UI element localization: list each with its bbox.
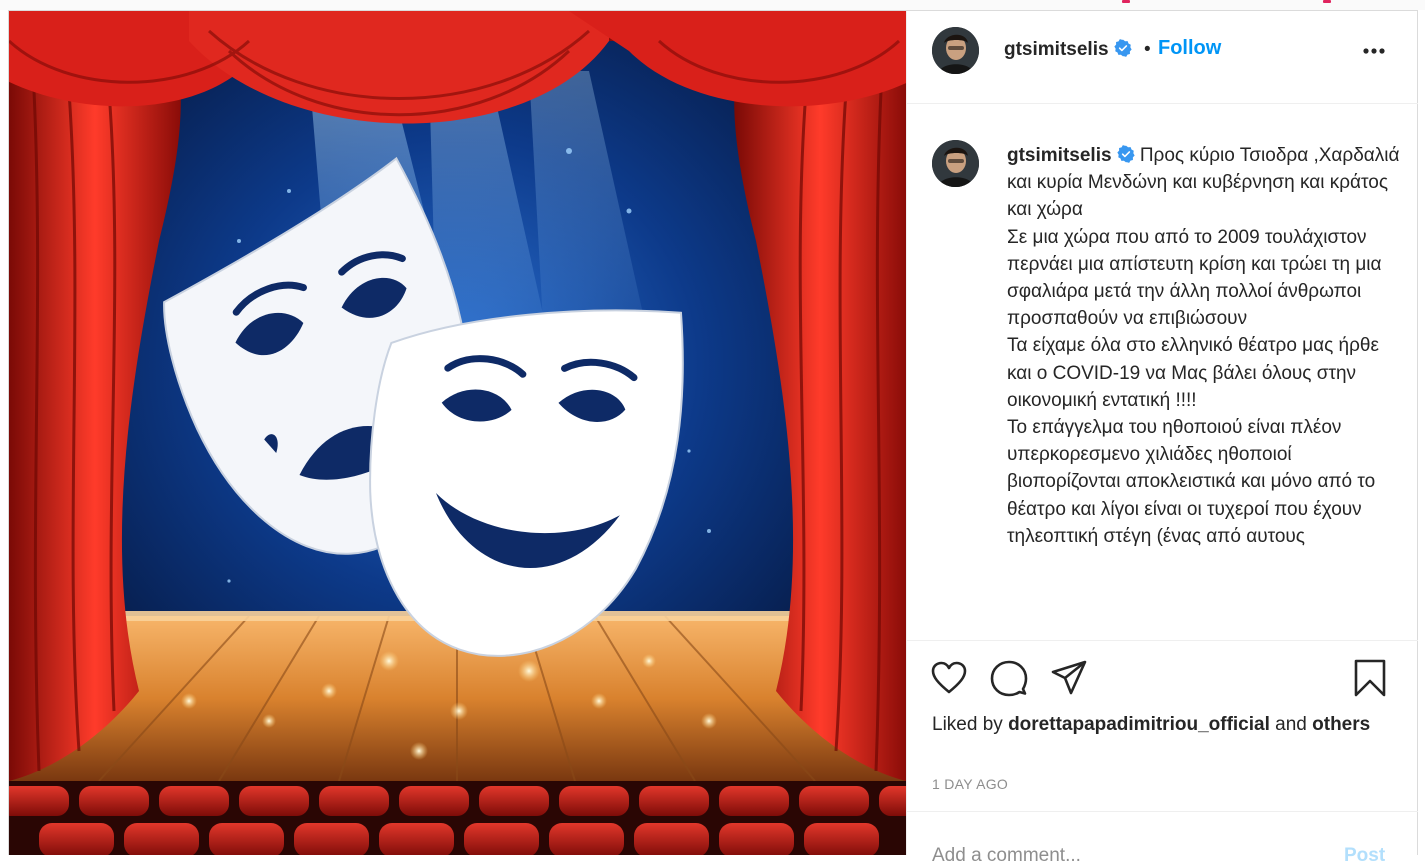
post-comment-button[interactable]: Post <box>1344 845 1385 867</box>
caption-username[interactable]: gtsimitselis <box>1007 145 1112 166</box>
comment-input[interactable]: Add a comment... <box>932 845 1081 867</box>
comment-bar: Add a comment... Post <box>907 811 1418 866</box>
liked-by-others-link[interactable]: others <box>1312 714 1370 735</box>
follow-button[interactable]: Follow <box>1158 37 1221 60</box>
post-caption: gtsimitselis Προς κύριο Τσιοδρα ,Χαρδαλι… <box>1007 142 1402 550</box>
comment-icon[interactable] <box>990 659 1028 697</box>
post-image-theatre-masks <box>9 11 906 855</box>
top-strip-mark <box>1323 0 1331 3</box>
share-icon[interactable] <box>1050 659 1088 697</box>
more-options-icon[interactable] <box>1359 41 1389 61</box>
verified-badge-icon <box>1116 145 1135 163</box>
top-strip-mark <box>1122 0 1130 3</box>
post-actions <box>907 651 1418 703</box>
post-side-panel: gtsimitselis • Follow gtsimitselis Προς … <box>906 11 1418 866</box>
liked-by-and: and <box>1275 714 1307 735</box>
caption-text: Προς κύριο Τσιοδρα ,Χαρδαλιά και κυρία Μ… <box>1007 145 1400 547</box>
likes-summary: Liked by dorettapapadimitriou_official a… <box>932 711 1372 738</box>
liked-by-prefix: Liked by <box>932 714 1003 735</box>
browser-top-strip <box>0 0 1425 10</box>
header-username[interactable]: gtsimitselis <box>1004 39 1109 60</box>
post-timestamp[interactable]: 1 DAY AGO <box>932 776 1008 792</box>
caption-section: gtsimitselis Προς κύριο Τσιοδρα ,Χαρδαλι… <box>907 104 1418 641</box>
bookmark-icon[interactable] <box>1351 659 1389 697</box>
heart-icon[interactable] <box>930 659 968 697</box>
header-username-wrap: gtsimitselis <box>1004 39 1132 61</box>
liked-by-user-link[interactable]: dorettapapadimitriou_official <box>1008 714 1270 735</box>
verified-badge-icon <box>1113 39 1132 57</box>
avatar[interactable] <box>932 140 979 187</box>
post-header: gtsimitselis • Follow <box>907 11 1418 104</box>
avatar[interactable] <box>932 27 979 74</box>
separator-dot: • <box>1144 39 1151 60</box>
